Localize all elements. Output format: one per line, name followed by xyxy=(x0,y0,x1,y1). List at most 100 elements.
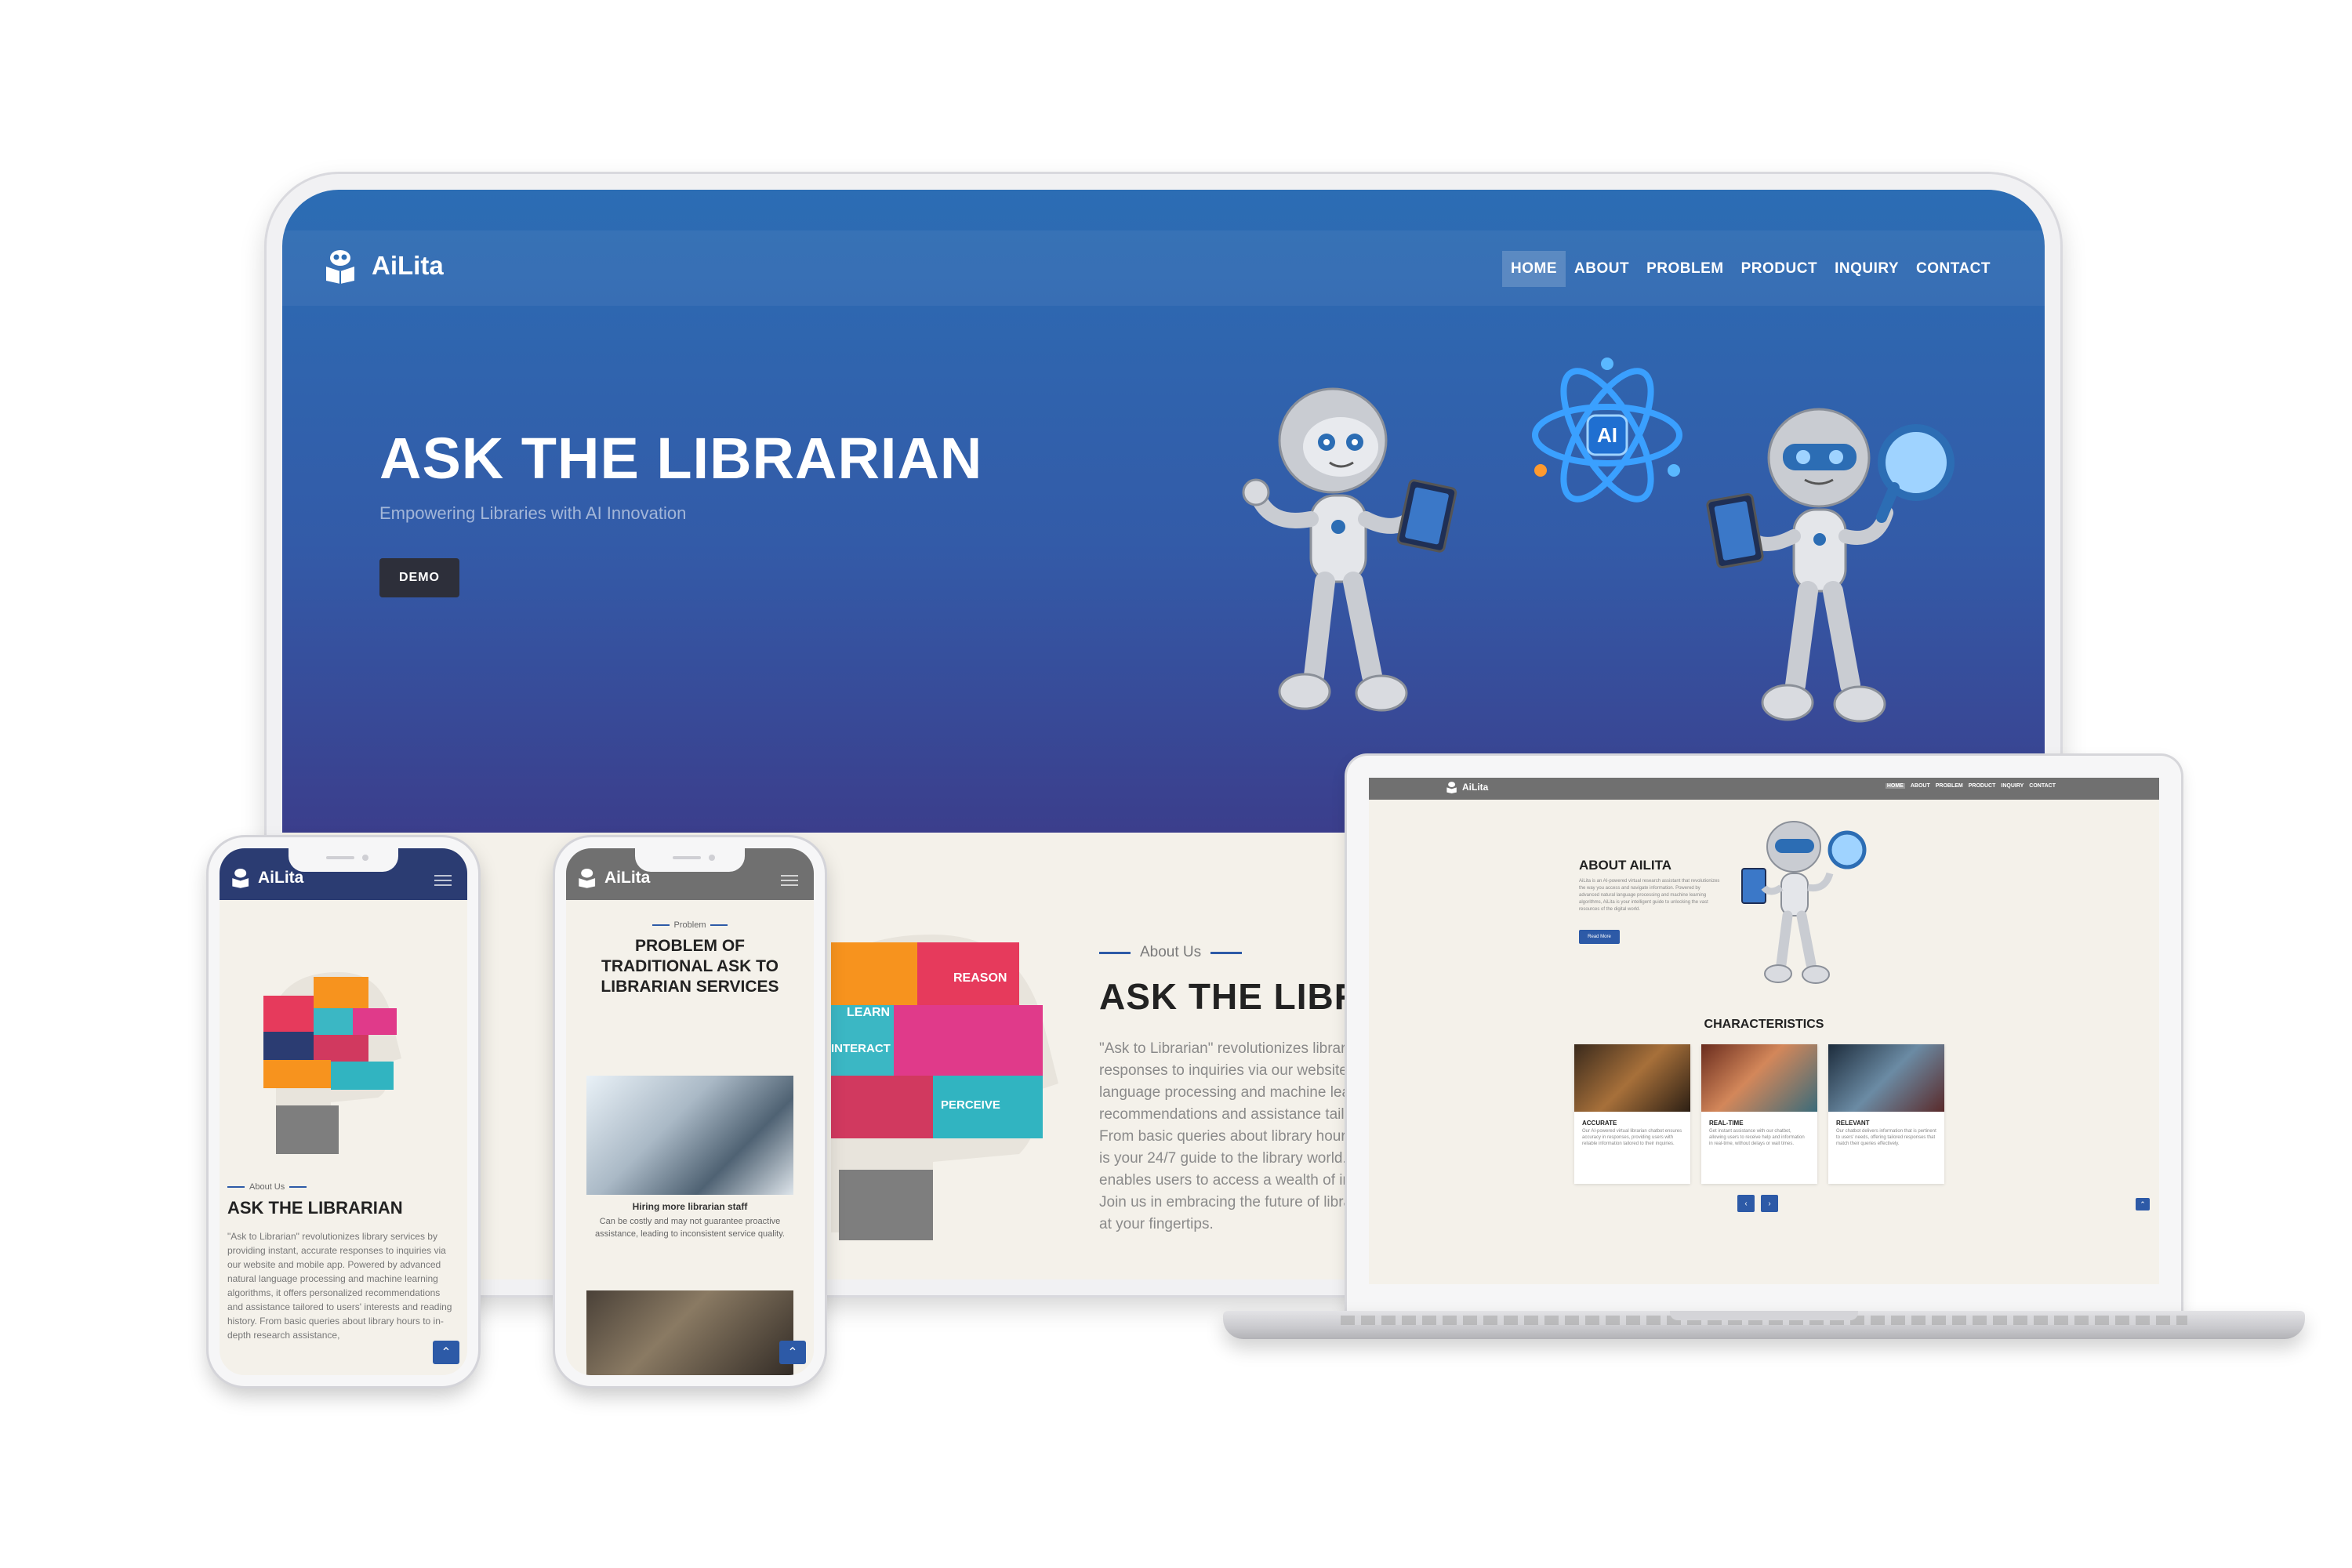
brand-logo[interactable]: AiLita xyxy=(1446,781,1488,793)
about-title: ASK THE LIBRARIAN xyxy=(227,1198,403,1218)
card-image xyxy=(1574,1044,1690,1112)
nav-product[interactable]: PRODUCT xyxy=(1969,783,1996,789)
brand-name: AiLita xyxy=(604,868,651,887)
hamburger-menu-icon[interactable] xyxy=(434,875,452,886)
top-navbar: AiLita HOME ABOUT PROBLEM PRODUCT INQUIR… xyxy=(282,230,2045,306)
about-line: Join us in embracing the future of libra… xyxy=(1099,1194,1357,1210)
problem-caption-title: Hiring more librarian staff xyxy=(632,1201,748,1212)
nav-product[interactable]: PRODUCT xyxy=(1733,251,1826,287)
card-relevant: RELEVANT Our chatbot delivers informatio… xyxy=(1828,1044,1944,1184)
nav-home[interactable]: HOME xyxy=(1885,783,1905,789)
about-paragraph: "Ask to Librarian" revolutionizes librar… xyxy=(1099,1038,1358,1258)
problem-title-line: TRADITIONAL ASK TO xyxy=(601,957,779,975)
ai-atom-icon: AI xyxy=(1532,358,1682,503)
book-owl-logo-icon xyxy=(1446,782,1457,793)
demo-button[interactable]: DEMO xyxy=(379,558,459,597)
hero-subtitle: Empowering Libraries with AI Innovation xyxy=(379,503,687,523)
about-paragraph: AiLita is an AI-powered virtual research… xyxy=(1579,879,1720,912)
about-line: recommendations and assistance tailo xyxy=(1099,1106,1353,1123)
brand-logo[interactable]: AiLita xyxy=(323,248,444,284)
card-text: Our chatbot delivers information that is… xyxy=(1836,1129,1936,1146)
brand-logo[interactable]: AiLita xyxy=(230,867,303,888)
laptop-base xyxy=(1223,1311,2305,1339)
robot-with-magnifier-illustration xyxy=(1706,408,1955,723)
nav-home[interactable]: HOME xyxy=(1502,251,1566,287)
read-more-button[interactable]: Read More xyxy=(1579,930,1620,944)
nav-about[interactable]: ABOUT xyxy=(1911,783,1930,789)
nav-about[interactable]: ABOUT xyxy=(1566,251,1638,287)
chevron-right-icon: › xyxy=(1768,1199,1771,1208)
brand-name: AiLita xyxy=(1462,782,1489,793)
head-reason-label: REASON xyxy=(953,971,1007,985)
card-title: ACCURATE xyxy=(1582,1120,1617,1127)
head-learn-label: LEARN xyxy=(847,1006,890,1019)
about-line: at your fingertips. xyxy=(1099,1216,1214,1232)
head-puzzle-illustration xyxy=(263,972,401,1154)
about-line: responses to inquiries via our website a xyxy=(1099,1062,1358,1079)
book-owl-logo-icon xyxy=(579,868,596,888)
card-image xyxy=(1701,1044,1817,1112)
problem-title-line: LIBRARIAN SERVICES xyxy=(601,978,779,996)
problem-kicker-text: Problem xyxy=(673,920,706,930)
brand-name: AiLita xyxy=(372,251,444,280)
robot-with-magnifier-illustration xyxy=(1741,821,1867,984)
about-line: "Ask to Librarian" revolutionizes librar… xyxy=(1099,1040,1353,1057)
brand-name: AiLita xyxy=(258,868,304,887)
chevron-left-icon: ‹ xyxy=(1744,1199,1748,1208)
alarm-clock-photo xyxy=(586,1290,793,1375)
nav-inquiry[interactable]: INQUIRY xyxy=(2001,783,2024,789)
chevron-up-icon: ⌃ xyxy=(441,1346,452,1359)
about-kicker: About Us xyxy=(1099,944,1243,961)
card-text: Get instant assistance with our chatbot,… xyxy=(1709,1129,1805,1146)
about-kicker: About Us xyxy=(227,1182,307,1192)
about-line: is your 24/7 guide to the library world. xyxy=(1099,1150,1347,1167)
carousel-prev-button[interactable]: ‹ xyxy=(1737,1195,1755,1212)
nav-contact[interactable]: CONTACT xyxy=(1907,251,1999,287)
stressed-office-workers-photo xyxy=(586,1076,793,1195)
robot-with-tablet-illustration xyxy=(1242,387,1457,712)
about-line: From basic queries about library hours xyxy=(1099,1128,1354,1145)
characteristics-cards: ACCURATE Our AI-powered virtual libraria… xyxy=(1574,1044,1944,1184)
about-kicker-text: About Us xyxy=(1140,944,1202,960)
main-menu: HOME ABOUT PROBLEM PRODUCT INQUIRY CONTA… xyxy=(1885,783,2056,789)
laptop-lid-notch xyxy=(1670,1311,1858,1320)
nav-contact[interactable]: CONTACT xyxy=(2029,783,2056,789)
hamburger-menu-icon[interactable] xyxy=(781,875,798,886)
book-owl-logo-icon xyxy=(232,868,249,888)
nav-problem[interactable]: PROBLEM xyxy=(1936,783,1963,789)
card-text: Our AI-powered virtual librarian chatbot… xyxy=(1582,1129,1682,1146)
carousel-controls: ‹ › xyxy=(1737,1195,1778,1212)
problem-title: PROBLEM OF TRADITIONAL ASK TO LIBRARIAN … xyxy=(566,936,814,997)
about-paragraph: "Ask to Librarian" revolutionizes librar… xyxy=(227,1231,452,1341)
about-line: enables users to access a wealth of info xyxy=(1099,1172,1358,1189)
main-menu: HOME ABOUT PROBLEM PRODUCT INQUIRY CONTA… xyxy=(1502,251,1999,287)
laptop-navbar: AiLita HOME ABOUT PROBLEM PRODUCT INQUIR… xyxy=(1369,778,2159,800)
characteristics-title: CHARACTERISTICS xyxy=(1704,1018,1824,1031)
phone-mockup-problem: AiLita Problem PROBLEM OF TRADITIONAL AS… xyxy=(555,837,825,1386)
nav-problem[interactable]: PROBLEM xyxy=(1638,251,1733,287)
about-title: ASK THE LIBRA xyxy=(1099,976,1388,1017)
chevron-up-icon: ⌃ xyxy=(2140,1200,2146,1208)
hero-section: AiLita HOME ABOUT PROBLEM PRODUCT INQUIR… xyxy=(282,190,2045,833)
back-to-top-button[interactable]: ⌃ xyxy=(779,1341,806,1364)
phone-mockup-about: AiLita About Us ASK THE LIBRARIAN "Ask t… xyxy=(209,837,478,1386)
problem-kicker: Problem xyxy=(566,920,814,930)
card-accurate: ACCURATE Our AI-powered virtual libraria… xyxy=(1574,1044,1690,1184)
nav-inquiry[interactable]: INQUIRY xyxy=(1826,251,1907,287)
back-to-top-button[interactable]: ⌃ xyxy=(2136,1198,2150,1210)
problem-title-line: PROBLEM OF xyxy=(635,937,745,955)
about-line: language processing and machine learn xyxy=(1099,1084,1358,1101)
card-real-time: REAL-TIME Get instant assistance with ou… xyxy=(1701,1044,1817,1184)
about-title: ABOUT AILITA xyxy=(1579,858,1672,873)
hero-title: ASK THE LIBRARIAN xyxy=(379,426,983,491)
carousel-next-button[interactable]: › xyxy=(1761,1195,1778,1212)
card-title: RELEVANT xyxy=(1836,1120,1870,1127)
card-image xyxy=(1828,1044,1944,1112)
problem-caption: Can be costly and may not guarantee proa… xyxy=(595,1217,785,1239)
back-to-top-button[interactable]: ⌃ xyxy=(433,1341,459,1364)
laptop-mockup: AiLita HOME ABOUT PROBLEM PRODUCT INQUIR… xyxy=(1347,756,2181,1314)
atom-ai-label: AI xyxy=(1597,423,1617,447)
book-owl-logo-icon xyxy=(326,250,354,284)
chevron-up-icon: ⌃ xyxy=(787,1346,798,1359)
brand-logo[interactable]: AiLita xyxy=(577,867,650,888)
